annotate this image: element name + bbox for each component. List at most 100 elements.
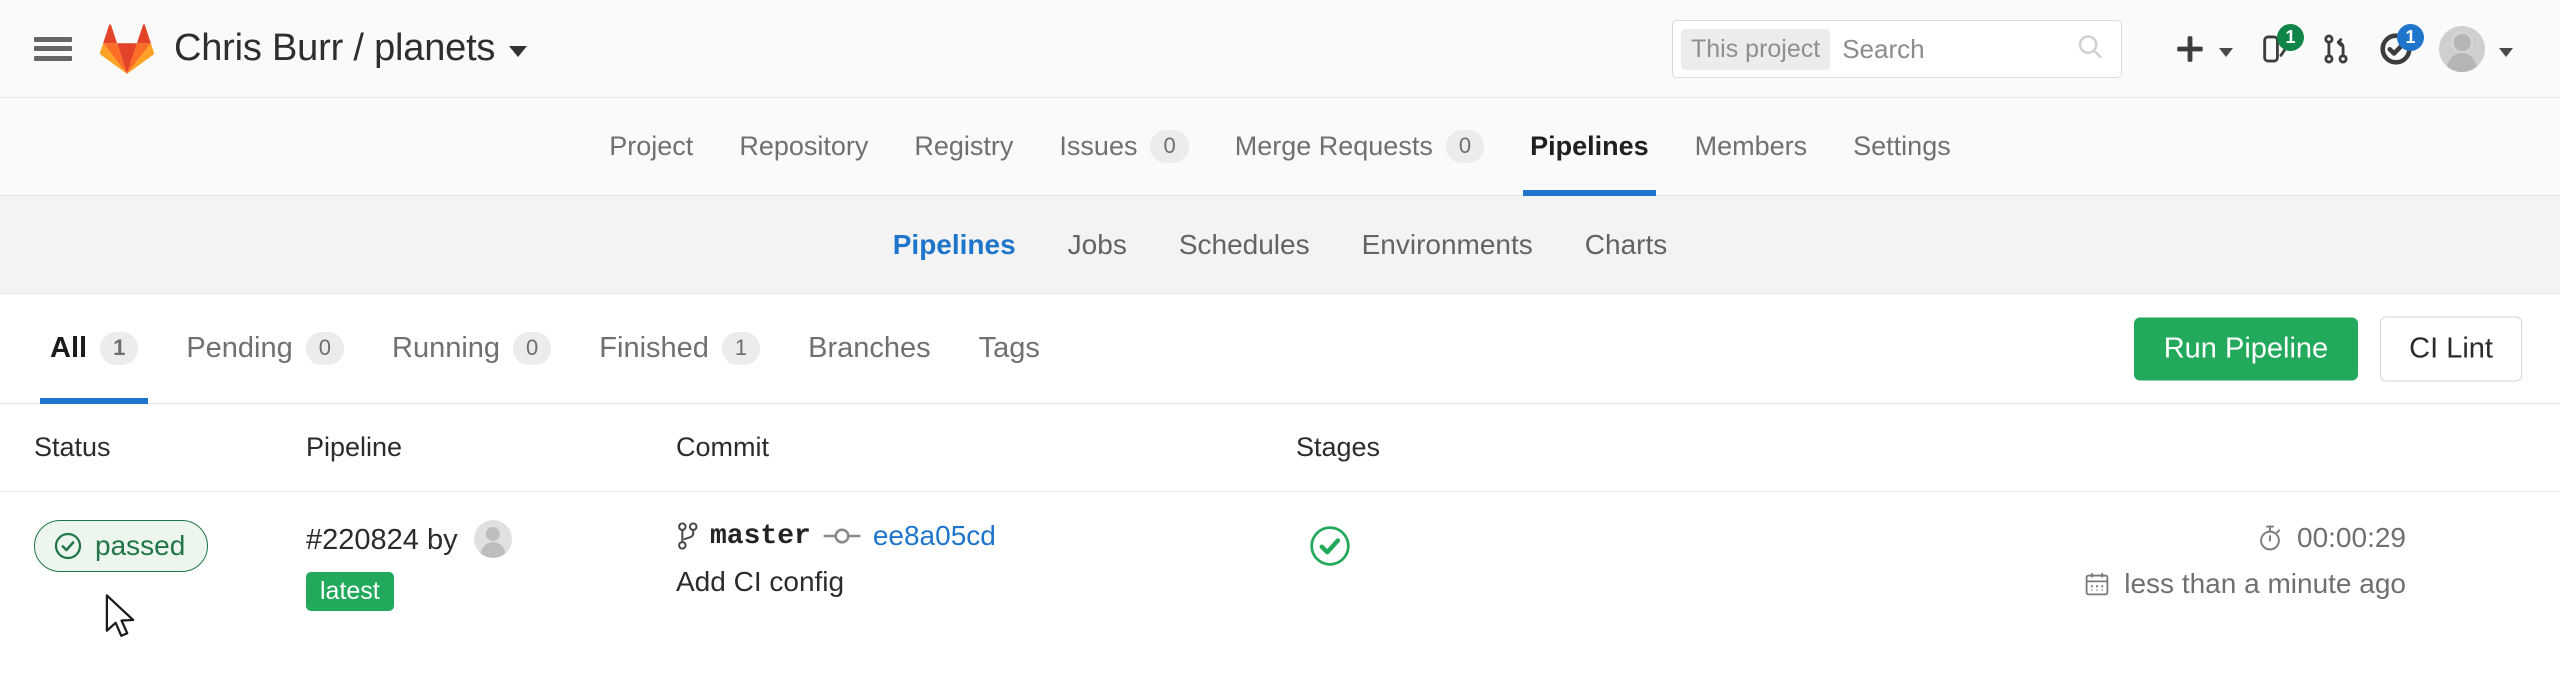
tab-branches[interactable]: Branches <box>784 294 955 404</box>
subnav-item-environments[interactable]: Environments <box>1336 229 1559 261</box>
calendar-icon <box>2084 571 2110 597</box>
status-label: passed <box>95 530 186 561</box>
nav-item-repository[interactable]: Repository <box>716 98 891 196</box>
tab-finished[interactable]: Finished 1 <box>575 294 784 404</box>
commit-node-icon <box>823 525 861 547</box>
tab-label: Running <box>392 332 501 364</box>
pipeline-filter-tabs: All 1 Pending 0 Running 0 Finished 1 Bra… <box>0 294 1064 404</box>
nav-label: Registry <box>914 131 1014 161</box>
nav-item-pipelines[interactable]: Pipelines <box>1507 98 1672 196</box>
nav-label: Issues <box>1059 131 1138 161</box>
branch-icon <box>676 522 698 550</box>
search-placeholder: Search <box>1842 33 1925 64</box>
tab-all[interactable]: All 1 <box>26 294 162 404</box>
tab-count-badge: 1 <box>721 332 761 365</box>
nav-item-registry[interactable]: Registry <box>891 98 1036 196</box>
search-input[interactable]: This project Search <box>1672 20 2122 78</box>
tab-label: All <box>50 332 88 364</box>
todos-badge-count: 1 <box>2397 24 2424 51</box>
tab-label: Branches <box>808 332 931 364</box>
column-header-stages: Stages <box>1296 432 1381 462</box>
ci-lint-button[interactable]: CI Lint <box>2380 316 2522 381</box>
tab-tags[interactable]: Tags <box>955 294 1064 404</box>
avatar-icon <box>2439 26 2485 72</box>
issues-badge-count: 1 <box>2277 24 2304 51</box>
hamburger-bar <box>34 46 72 51</box>
user-avatar-icon[interactable] <box>473 520 512 558</box>
commit-message[interactable]: Add CI config <box>676 566 1296 598</box>
nav-label: Merge Requests <box>1234 131 1433 161</box>
subnav-item-pipelines[interactable]: Pipelines <box>867 229 1042 261</box>
cell-pipeline: #220824 by latest <box>306 520 676 611</box>
merge-requests-button[interactable] <box>2306 20 2366 78</box>
pipelines-filter-bar: All 1 Pending 0 Running 0 Finished 1 Bra… <box>0 294 2560 404</box>
pipelines-table-header: Status Pipeline Commit Stages <box>0 404 2560 492</box>
pipeline-id-line: #220824 by <box>306 520 676 558</box>
column-header-commit: Commit <box>676 432 769 462</box>
search-scope-badge[interactable]: This project <box>1681 28 1831 70</box>
duration-value: 00:00:29 <box>2297 522 2406 553</box>
timeago-value: less than a minute ago <box>2124 568 2406 599</box>
new-dropdown-button[interactable] <box>2160 20 2246 78</box>
hamburger-bar <box>34 55 72 61</box>
status-badge[interactable]: passed <box>34 520 209 572</box>
pipeline-id-link[interactable]: #220824 <box>306 524 419 556</box>
nav-item-settings[interactable]: Settings <box>1830 98 1974 196</box>
pipelines-sub-navigation: Pipelines Jobs Schedules Environments Ch… <box>0 196 2560 294</box>
merge-request-icon <box>2324 34 2348 64</box>
project-title-dropdown[interactable]: Chris Burr / planets <box>174 27 528 70</box>
project-title-text: Chris Burr / planets <box>174 27 496 69</box>
cell-commit: master ee8a05cd Add CI config <box>676 520 1296 598</box>
todos-button[interactable]: 1 <box>2366 20 2426 78</box>
chevron-down-icon <box>509 46 528 57</box>
nav-item-project[interactable]: Project <box>586 98 716 196</box>
commit-ref-line: master ee8a05cd <box>676 520 1296 552</box>
cell-status: passed <box>34 520 306 572</box>
gitlab-logo-icon[interactable] <box>96 20 158 78</box>
hamburger-menu-icon[interactable] <box>34 34 72 64</box>
topbar-actions: This project Search 1 1 <box>1672 0 2526 98</box>
duration-line: 00:00:29 <box>2257 522 2406 554</box>
tab-running[interactable]: Running 0 <box>368 294 575 404</box>
stage-passed-icon[interactable] <box>1308 524 1352 568</box>
nav-label: Pipelines <box>1530 131 1649 161</box>
tab-label: Finished <box>599 332 709 364</box>
project-navigation: Project Repository Registry Issues 0 Mer… <box>0 98 2560 196</box>
cell-meta: 00:00:29 less than a minute ago <box>1796 520 2522 600</box>
merge-requests-count-badge: 0 <box>1445 130 1485 163</box>
user-menu-button[interactable] <box>2426 20 2526 78</box>
nav-label: Repository <box>739 131 869 161</box>
subnav-item-schedules[interactable]: Schedules <box>1153 229 1336 261</box>
status-passed-icon <box>53 531 83 561</box>
nav-item-issues[interactable]: Issues 0 <box>1036 98 1211 196</box>
issues-dropdown-button[interactable]: 1 <box>2246 20 2306 78</box>
pipeline-actions: Run Pipeline CI Lint <box>2133 316 2522 381</box>
nav-label: Settings <box>1853 131 1951 161</box>
chevron-down-icon <box>2499 47 2513 57</box>
chevron-down-icon <box>2219 47 2233 57</box>
subnav-item-jobs[interactable]: Jobs <box>1042 229 1153 261</box>
nav-item-members[interactable]: Members <box>1672 98 1831 196</box>
plus-icon <box>2177 36 2203 62</box>
run-pipeline-button[interactable]: Run Pipeline <box>2133 317 2359 380</box>
subnav-item-charts[interactable]: Charts <box>1559 229 1693 261</box>
table-row: passed #220824 by latest master ee8a05cd… <box>0 492 2560 639</box>
pipeline-by-label: by <box>426 524 458 556</box>
hamburger-bar <box>34 36 72 42</box>
column-header-pipeline: Pipeline <box>306 432 403 462</box>
branch-name[interactable]: master <box>710 521 811 552</box>
column-header-status: Status <box>34 432 111 462</box>
top-navigation-bar: Chris Burr / planets This project Search <box>0 0 2560 98</box>
tab-count-badge: 0 <box>305 332 344 365</box>
nav-item-merge-requests[interactable]: Merge Requests 0 <box>1212 98 1507 196</box>
tab-label: Pending <box>186 332 293 364</box>
tab-pending[interactable]: Pending 0 <box>162 294 368 404</box>
nav-label: Members <box>1694 131 1808 161</box>
nav-label: Project <box>609 131 694 161</box>
commit-sha-link[interactable]: ee8a05cd <box>873 520 996 552</box>
cell-stages <box>1296 520 1796 573</box>
timeago-line: less than a minute ago <box>2084 568 2406 600</box>
tab-count-badge: 1 <box>100 332 139 365</box>
tab-count-badge: 0 <box>513 332 552 365</box>
latest-badge[interactable]: latest <box>306 572 394 611</box>
